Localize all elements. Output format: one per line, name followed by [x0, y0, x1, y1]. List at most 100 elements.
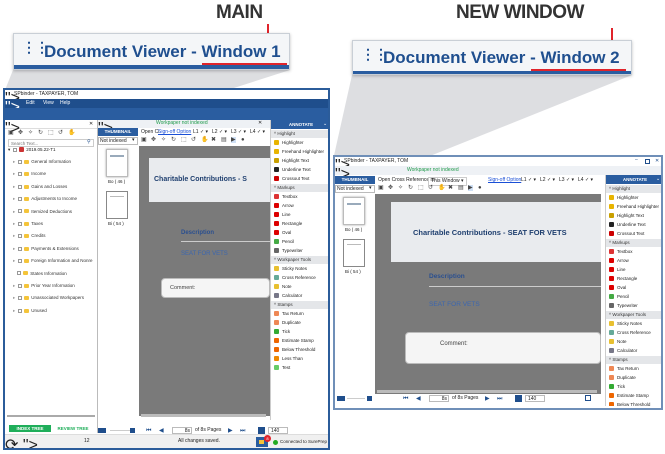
annotate-tool[interactable]: Note	[274, 283, 292, 291]
toolbar-tool-icon[interactable]: ↻	[408, 185, 413, 191]
toolbar-tool-icon[interactable]: ▣	[141, 137, 147, 143]
annotate-tool[interactable]: Oval	[609, 284, 626, 292]
close-icon[interactable]: ✕	[655, 159, 659, 164]
annotate-tool[interactable]: Tick	[274, 328, 290, 336]
chevron-down-icon[interactable]: ⌄	[323, 121, 327, 127]
checkbox[interactable]	[18, 159, 23, 164]
chevron-down-icon[interactable]: ▾	[369, 186, 372, 191]
annotate-tool[interactable]: Arrow	[609, 257, 629, 265]
signoff-level-1[interactable]: L1 ✓ ▾	[521, 178, 536, 183]
tree-item[interactable]: ▸ Adjustments to Income	[13, 195, 77, 203]
annotate-tool[interactable]: Crossout Text	[609, 230, 644, 238]
checkbox[interactable]	[18, 172, 23, 177]
annotate-tool[interactable]: Estimate Stamp	[609, 392, 649, 400]
zoom-out-button[interactable]	[258, 427, 265, 434]
annotate-tool[interactable]: Underline Text	[609, 221, 646, 229]
tree-item[interactable]: ▸ Credits	[13, 232, 46, 240]
checkbox[interactable]	[18, 246, 23, 251]
zoom-select[interactable]: 140	[525, 395, 545, 402]
signoff-level-3[interactable]: L3 ✓ ▾	[559, 178, 574, 183]
zoom-out-button[interactable]	[515, 395, 522, 402]
annotate-header[interactable]: ANNOTATE	[271, 120, 328, 129]
annotate-tool[interactable]: Estimate Stamp	[274, 337, 314, 345]
review-tree-tab[interactable]: REVIEW TREE	[51, 425, 95, 432]
page-input[interactable]: 8s	[429, 395, 449, 402]
minimize-icon[interactable]: –	[635, 158, 638, 163]
horizontal-scrollbar[interactable]	[377, 390, 597, 393]
annotate-tool[interactable]: Typewriter	[274, 247, 303, 255]
thumbnail-page[interactable]	[343, 197, 365, 225]
annotate-header[interactable]: ANNOTATE	[606, 175, 661, 184]
horizontal-scrollbar[interactable]	[141, 414, 266, 417]
tree-item[interactable]: States Information	[13, 270, 67, 278]
toolbar-tool-icon[interactable]: ✥	[388, 185, 393, 191]
toolbar-tool-icon[interactable]: ✧	[398, 185, 403, 191]
splitter[interactable]	[97, 120, 98, 433]
tree-item[interactable]: ▸ General Information	[13, 158, 71, 166]
checkbox[interactable]	[18, 259, 23, 263]
tree-item[interactable]: ▸ Unused	[13, 307, 47, 315]
prev-page-button[interactable]: ◀	[416, 396, 421, 402]
annotate-tool[interactable]: Sticky Notes	[274, 265, 307, 273]
tree-tool-icon[interactable]: ▣	[8, 130, 14, 136]
toolbar-tool-icon[interactable]: ↺	[191, 137, 196, 143]
checkbox[interactable]	[18, 234, 23, 239]
annotate-tool[interactable]: Highlight Text	[274, 157, 309, 165]
toolbar-tool-icon[interactable]: ↻	[171, 137, 176, 143]
toolbar-tool-icon[interactable]: ▶	[468, 185, 473, 191]
thumbnail-size-slider[interactable]	[347, 398, 365, 399]
tree-tool-icon[interactable]: ⬚	[48, 130, 54, 136]
annotate-section-2[interactable]: ^ Workpaper Tools	[606, 311, 661, 319]
tree-item[interactable]: ▸ Foreign Information and Nonre	[13, 257, 93, 265]
checkbox[interactable]	[18, 184, 23, 189]
tree-item[interactable]: ▸ Taxes	[13, 220, 43, 228]
thumbnail-header[interactable]: THUMBNAIL	[98, 128, 138, 136]
tree-scrollbar[interactable]	[7, 415, 95, 417]
annotate-tool[interactable]: Textbox	[609, 248, 633, 256]
annotate-tool[interactable]: Pencil	[274, 238, 294, 246]
signoff-level-4[interactable]: L4 ✓ ▾	[250, 130, 265, 135]
annotate-tool[interactable]: Cross Reference	[274, 274, 316, 282]
first-page-button[interactable]: ⏮	[403, 396, 408, 402]
signoff-level-2[interactable]: L2 ✓ ▾	[212, 130, 227, 135]
annotate-tool[interactable]: Less Than	[274, 355, 303, 363]
zoom-select[interactable]: 140	[268, 427, 288, 434]
thumbnail-page[interactable]	[343, 239, 365, 267]
menu-help[interactable]: Help	[60, 101, 70, 106]
tree-item[interactable]: ▸ Gains and Losses	[13, 183, 67, 191]
tree-item[interactable]: ▸ Prior Year Information	[13, 282, 75, 290]
toolbar-tool-icon[interactable]: ▤	[458, 185, 464, 191]
annotate-section-1[interactable]: ^ Markups	[271, 184, 328, 192]
signoff-level-1[interactable]: L1 ✓ ▾	[193, 130, 208, 135]
annotate-tool[interactable]: Tax Return	[609, 365, 639, 373]
last-page-button[interactable]: ⏭	[497, 396, 502, 402]
annotate-tool[interactable]: Highlighter	[274, 139, 304, 147]
annotate-tool[interactable]: Textbox	[274, 193, 298, 201]
annotate-tool[interactable]: Oval	[274, 229, 291, 237]
signoff-option-link[interactable]: Sign-off Option	[488, 178, 521, 183]
zoom-in-button[interactable]	[367, 396, 372, 401]
checkbox[interactable]	[13, 147, 18, 152]
annotate-tool[interactable]: Tax Return	[274, 310, 304, 318]
chevron-down-icon[interactable]: ▾	[132, 138, 135, 143]
annotate-section-3[interactable]: ^ Stamps	[606, 356, 661, 364]
signoff-option-link[interactable]: Sign-off Option	[158, 130, 191, 135]
menu-edit[interactable]: Edit	[26, 101, 35, 106]
annotate-tool[interactable]: Tick	[609, 383, 625, 391]
annotate-tool[interactable]: Below Threshold	[274, 346, 315, 354]
next-page-button[interactable]: ▶	[485, 396, 490, 402]
annotate-tool[interactable]: Crossout Text	[274, 175, 309, 183]
index-tree-tab[interactable]: INDEX TREE	[9, 425, 51, 432]
annotate-tool[interactable]: Underline Text	[274, 166, 311, 174]
tree-tool-icon[interactable]: ↺	[58, 130, 63, 136]
toolbar-tool-icon[interactable]: ▣	[378, 185, 384, 191]
tree-tool-icon[interactable]: ✥	[18, 130, 23, 136]
toolbar-tool-icon[interactable]: ●	[478, 185, 482, 191]
toolbar-tool-icon[interactable]: ↺	[428, 185, 433, 191]
tree-item[interactable]: ▸ Payments & Extensions	[13, 245, 79, 253]
tree-item[interactable]: ▸ Itemized Deductions	[13, 208, 72, 216]
annotate-tool[interactable]: Sticky Notes	[609, 320, 642, 328]
checkbox[interactable]	[18, 283, 23, 288]
toolbar-tool-icon[interactable]: ✋	[438, 185, 445, 191]
toolbar-tool-icon[interactable]: ✋	[201, 137, 208, 143]
